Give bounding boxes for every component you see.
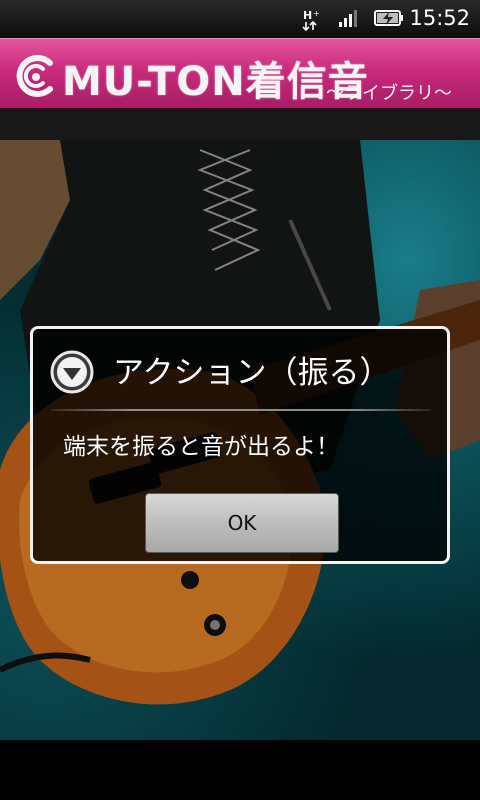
music-note-c-icon (16, 55, 53, 97)
battery-charging-icon (374, 10, 403, 26)
status-time: 15:52 (409, 6, 470, 30)
ok-button[interactable]: OK (145, 493, 339, 553)
dialog-divider (51, 409, 431, 411)
svg-text:+: + (313, 9, 320, 18)
bottom-band (0, 740, 480, 800)
app-header: MU-TON着信音 ～ライブラリ～ (0, 38, 480, 109)
signal-strength-icon (339, 10, 357, 27)
down-arrow-circle-icon (50, 350, 94, 394)
header-spacer (0, 108, 480, 140)
dialog-title: アクション（振る） (113, 355, 391, 391)
hspa-plus-icon: H + (302, 9, 320, 32)
app-subtitle: ～ライブラリ～ (326, 83, 452, 104)
action-dialog: アクション（振る） 端末を振ると音が出るよ！ OK (30, 326, 450, 564)
app-title: MU-TON着信音 (62, 59, 369, 105)
dialog-message: 端末を振ると音が出るよ！ (63, 434, 339, 460)
status-bar: H + 15:52 (0, 0, 480, 38)
svg-text:H: H (303, 9, 312, 22)
